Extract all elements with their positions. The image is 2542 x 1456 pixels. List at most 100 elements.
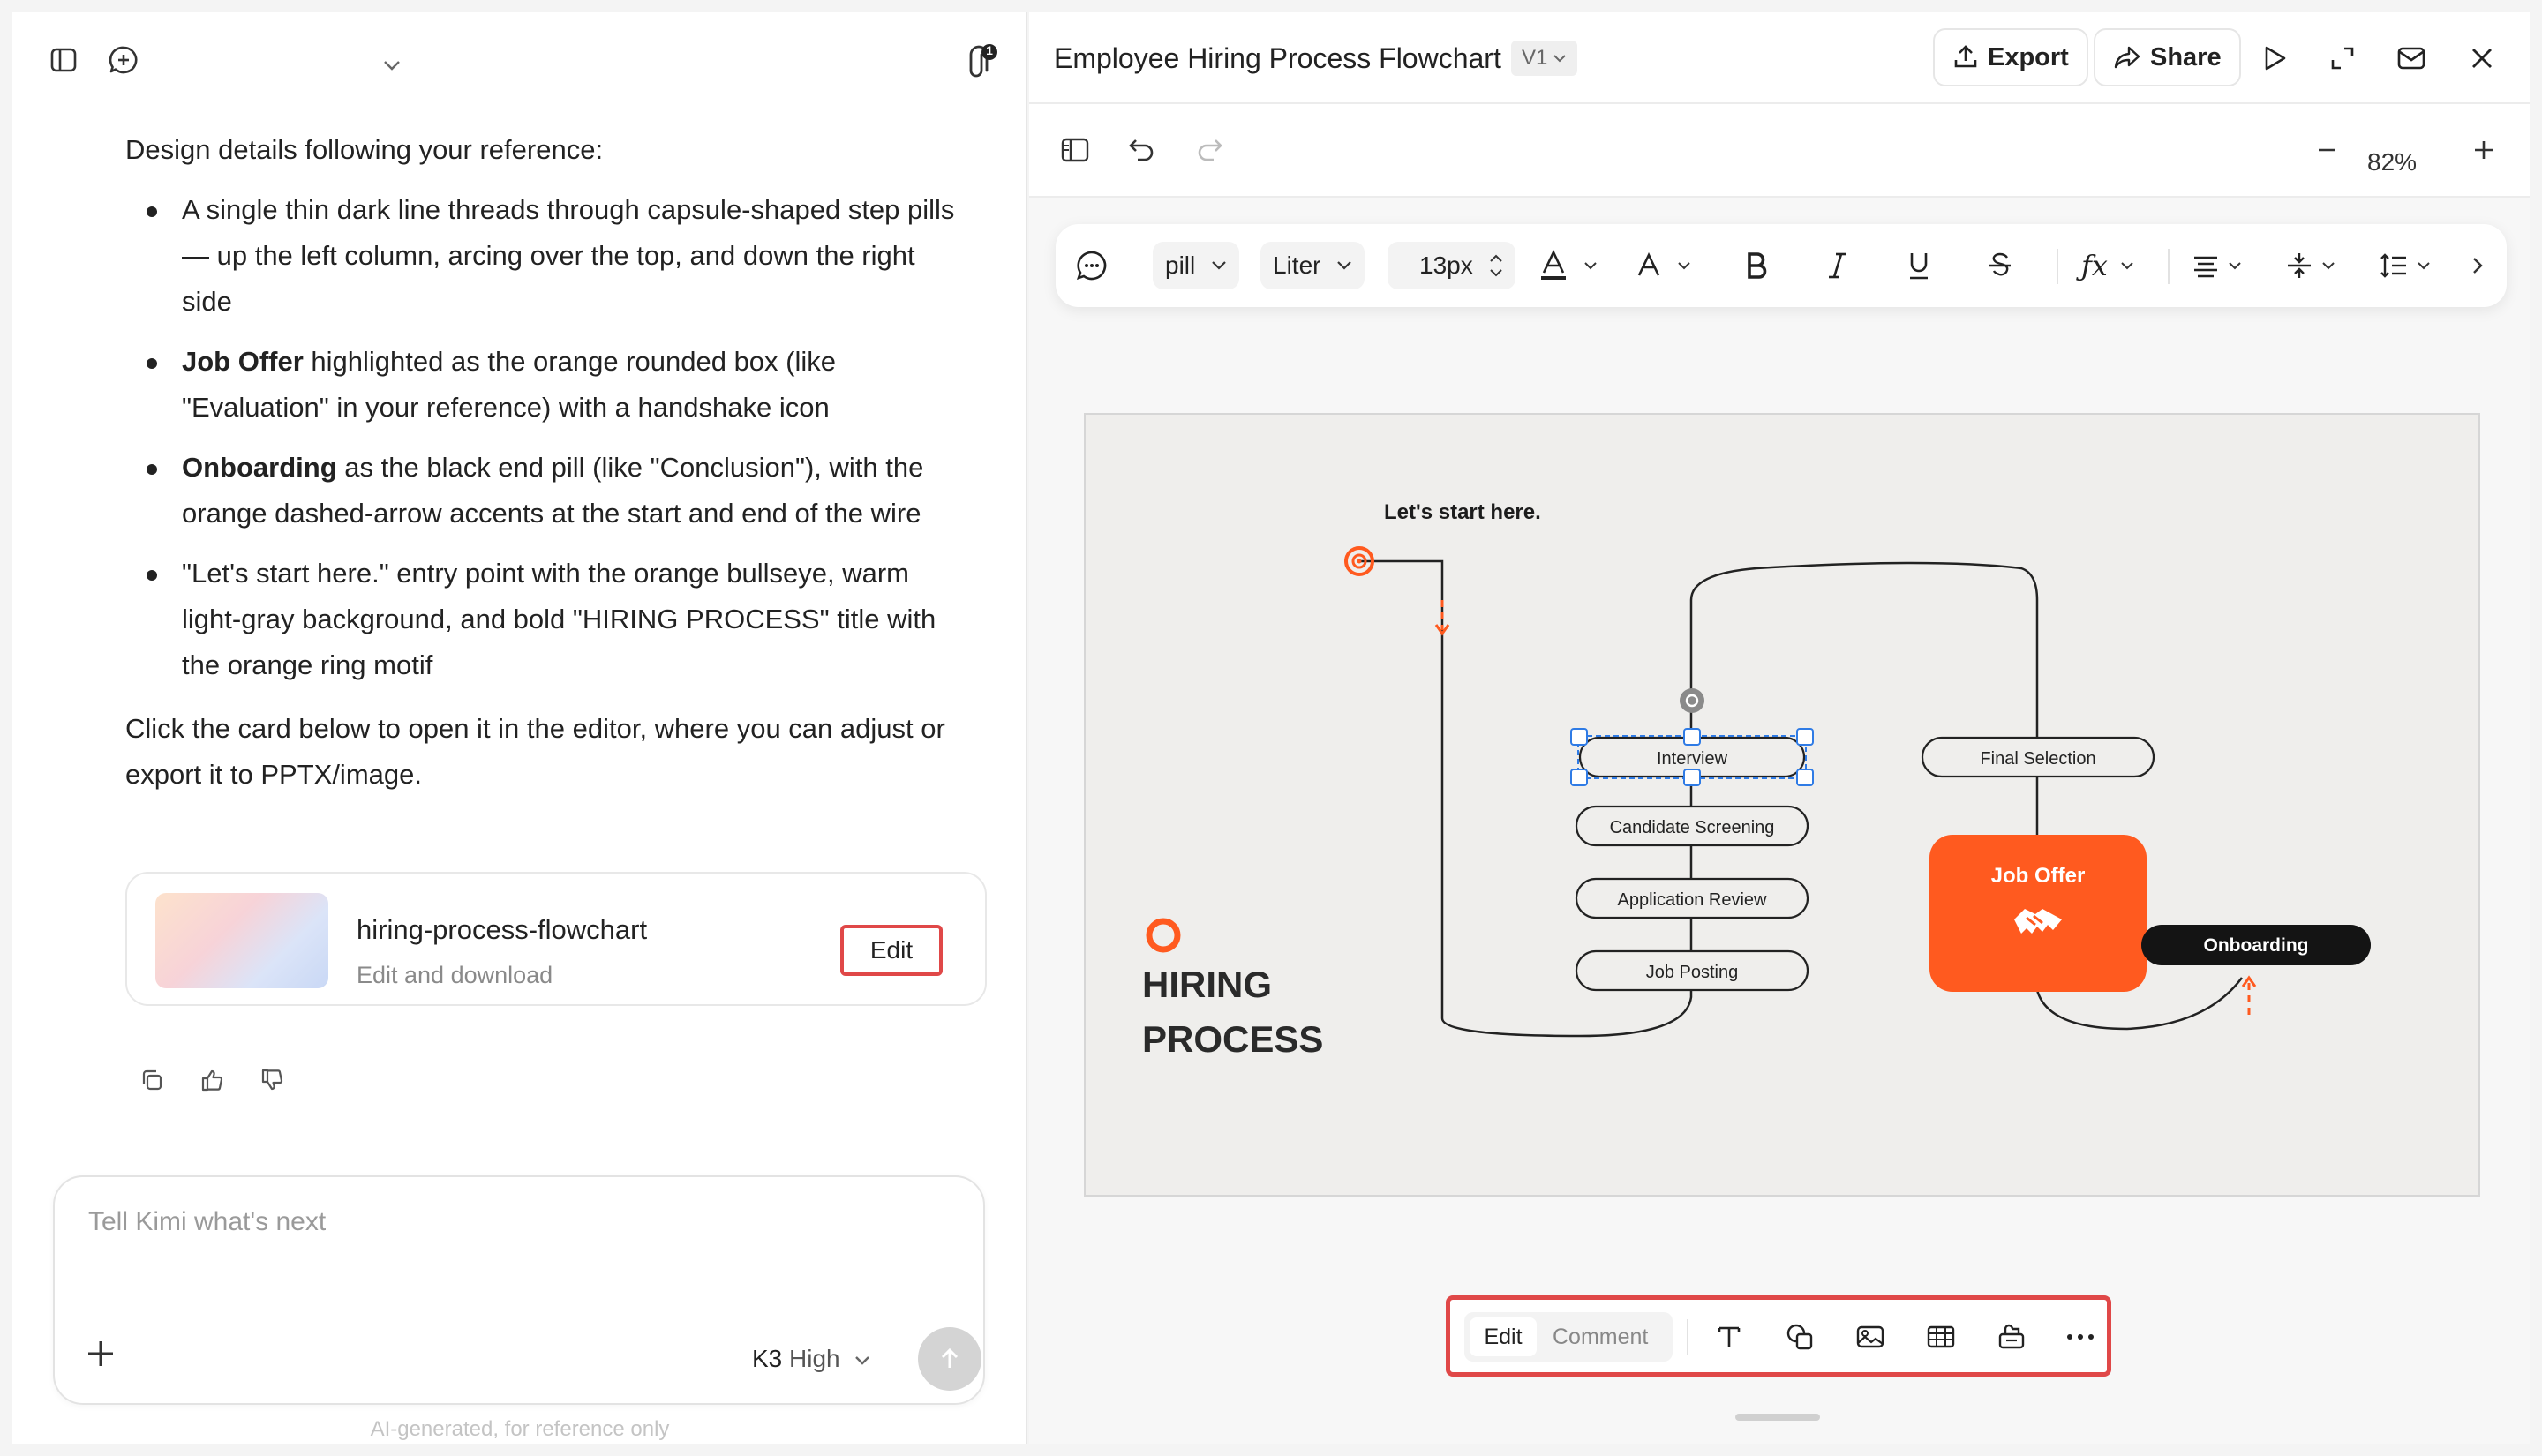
export-button[interactable]: Export — [1933, 28, 2088, 86]
toolbar-divider — [2168, 249, 2170, 284]
panel-icon[interactable] — [1056, 131, 1094, 169]
minus-icon[interactable] — [2307, 131, 2346, 169]
play-icon[interactable] — [2254, 39, 2293, 78]
list-item: Job Offer highlighted as the orange roun… — [125, 339, 973, 431]
copy-icon[interactable] — [134, 1062, 169, 1098]
send-arrow-icon — [936, 1346, 963, 1372]
sidebar-toggle-icon[interactable] — [44, 41, 83, 79]
slide-title-line1: HIRING — [1142, 964, 1272, 1005]
svg-text:Candidate Screening: Candidate Screening — [1610, 818, 1775, 837]
message-composer[interactable]: Tell Kimi what's next K3 High — [53, 1175, 985, 1405]
job-offer-box[interactable]: Job Offer — [1929, 835, 2147, 992]
rotate-handle-icon — [1680, 688, 1704, 713]
start-label: Let's start here. — [1384, 500, 1541, 524]
message-intro: Design details following your reference: — [125, 134, 604, 165]
font-selector[interactable]: Liter — [1260, 242, 1365, 289]
toolbar-divider — [1687, 1319, 1688, 1355]
text-color-icon — [1539, 250, 1568, 281]
send-button[interactable] — [918, 1327, 981, 1391]
editor-subtoolbar — [1029, 104, 2530, 198]
svg-text:Interview: Interview — [1657, 749, 1728, 769]
chat-panel: 1 Design details following your referenc… — [12, 12, 1027, 1444]
svg-text:Job Posting: Job Posting — [1646, 963, 1739, 982]
editor-topbar: Employee Hiring Process Flowchart V1 Exp… — [1029, 12, 2530, 104]
edit-mode-tab[interactable]: Edit — [1470, 1317, 1537, 1356]
vertical-align-icon — [2286, 251, 2313, 280]
svg-text:Job Offer: Job Offer — [1991, 864, 2086, 888]
toolbar-divider — [2057, 249, 2058, 284]
thumbs-up-icon[interactable] — [194, 1062, 229, 1098]
align-button[interactable] — [2192, 242, 2242, 289]
text-icon[interactable] — [1711, 1319, 1747, 1355]
chevron-down-icon — [1211, 260, 1227, 271]
paperclip-icon[interactable]: 1 — [960, 43, 999, 83]
new-chat-icon[interactable] — [104, 41, 143, 79]
editor-panel: Employee Hiring Process Flowchart V1 Exp… — [1029, 12, 2530, 1444]
step-pill[interactable]: Job Posting — [1575, 949, 1809, 992]
chevron-down-icon — [1553, 54, 1567, 63]
step-pill[interactable]: Application Review — [1575, 877, 1809, 919]
flowchart-slide: Let's start here. HIRING PROCESS Job Pos… — [1142, 500, 2371, 1060]
share-button[interactable]: Share — [2094, 28, 2241, 86]
version-selector[interactable]: V1 — [1511, 41, 1578, 76]
underline-icon[interactable] — [1906, 242, 1931, 289]
formula-button[interactable]: ƒx — [2081, 242, 2134, 289]
font-size-stepper[interactable]: 13px — [1388, 242, 1515, 289]
step-pill[interactable]: Candidate Screening — [1575, 805, 1809, 847]
list-item: "Let's start here." entry point with the… — [125, 551, 973, 688]
chevron-down-icon — [1336, 260, 1352, 271]
share-icon — [2113, 44, 2141, 71]
plus-icon[interactable] — [83, 1336, 122, 1375]
chevron-down-icon — [2417, 261, 2431, 270]
chevron-down-icon — [1583, 261, 1598, 270]
italic-icon[interactable] — [1825, 242, 1850, 289]
chevron-down-icon[interactable] — [378, 51, 406, 79]
comment-icon[interactable] — [1075, 242, 1109, 289]
app-window: 1 Design details following your referenc… — [0, 0, 2542, 1456]
disclaimer: AI-generated, for reference only — [370, 1417, 670, 1441]
ring-motif — [1146, 918, 1181, 953]
model-selector[interactable]: K3 High — [752, 1345, 871, 1373]
resize-handle[interactable] — [1735, 1414, 1820, 1421]
composer-input[interactable]: Tell Kimi what's next — [88, 1207, 326, 1237]
vertical-align-button[interactable] — [2286, 242, 2335, 289]
chevron-right-icon[interactable] — [2471, 242, 2484, 289]
comment-mode-tab[interactable]: Comment — [1553, 1317, 1648, 1356]
close-icon[interactable] — [2463, 39, 2501, 78]
zoom-level[interactable]: 82% — [2367, 148, 2417, 176]
assistant-message: Design details following your reference:… — [125, 127, 973, 812]
shapes-icon[interactable] — [1782, 1319, 1817, 1355]
font-style-button[interactable] — [1636, 242, 1691, 289]
file-card-subtitle: Edit and download — [357, 962, 553, 988]
strikethrough-icon[interactable] — [1988, 242, 2012, 289]
expand-icon[interactable] — [2323, 39, 2362, 78]
format-toolbar: pill Liter 13px ƒx — [1056, 224, 2507, 307]
step-pill[interactable]: Final Selection — [1921, 736, 2155, 778]
slide-canvas[interactable]: Let's start here. HIRING PROCESS Job Pos… — [1084, 413, 2480, 1197]
line-spacing-button[interactable] — [2380, 242, 2431, 289]
chevron-down-icon — [2120, 261, 2134, 270]
undo-icon[interactable] — [1123, 131, 1162, 169]
list-item: Onboarding as the black end pill (like "… — [125, 445, 973, 537]
plus-icon[interactable] — [2464, 131, 2503, 169]
table-icon[interactable] — [1923, 1319, 1959, 1355]
edit-file-button[interactable]: Edit — [840, 925, 943, 976]
file-card-title: hiring-process-flowchart — [357, 914, 648, 945]
list-item: A single thin dark line threads through … — [125, 187, 973, 325]
mail-icon[interactable] — [2392, 39, 2431, 78]
upload-icon — [1952, 44, 1979, 71]
design-details-list: A single thin dark line threads through … — [125, 187, 973, 688]
widget-icon[interactable] — [1994, 1319, 2029, 1355]
onboarding-pill[interactable]: Onboarding — [2141, 925, 2371, 965]
file-card[interactable]: hiring-process-flowchart Edit and downlo… — [125, 872, 987, 1006]
more-icon[interactable] — [2063, 1319, 2098, 1355]
thumbs-down-icon[interactable] — [254, 1062, 290, 1098]
redo-icon[interactable] — [1190, 131, 1229, 169]
bold-icon[interactable] — [1744, 242, 1769, 289]
step-pill-selected[interactable]: Interview — [1570, 688, 1814, 786]
message-outro: Click the card below to open it in the e… — [125, 713, 945, 790]
image-icon[interactable] — [1853, 1319, 1888, 1355]
text-color-button[interactable] — [1539, 242, 1598, 289]
shape-selector[interactable]: pill — [1153, 242, 1240, 289]
align-center-icon — [2192, 253, 2219, 278]
